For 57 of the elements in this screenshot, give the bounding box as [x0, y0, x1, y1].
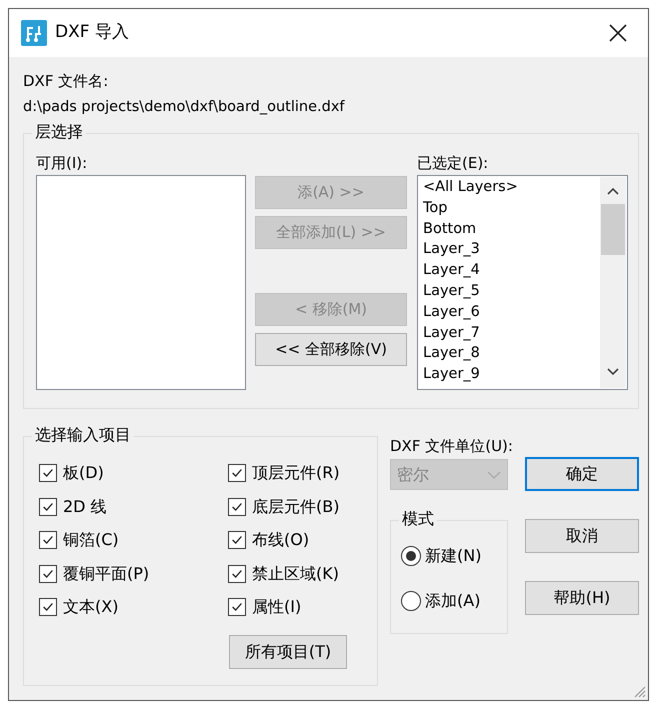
layer-item[interactable]: <All Layers> — [418, 177, 599, 198]
checkbox[interactable] — [39, 498, 57, 516]
radio-button[interactable] — [401, 546, 421, 566]
selected-label: 已选定(E): — [417, 153, 490, 174]
layer-item[interactable]: Layer_6 — [418, 302, 599, 323]
layer-item[interactable]: Layer_3 — [418, 239, 599, 260]
layer-item[interactable]: Top — [418, 198, 599, 219]
units-label: DXF 文件单位(U): — [390, 436, 514, 456]
checkbox-label[interactable]: 板(D) — [63, 462, 104, 484]
checkbox[interactable] — [228, 531, 246, 549]
checkbox-label[interactable]: 属性(I) — [252, 596, 302, 618]
dialog-button[interactable]: 确定 — [525, 457, 639, 491]
checkbox-label[interactable]: 顶层元件(R) — [252, 462, 340, 484]
checkbox[interactable] — [39, 531, 57, 549]
checkbox[interactable] — [228, 598, 246, 616]
transfer-button[interactable]: << 全部移除(V) — [255, 333, 407, 366]
checkbox-label[interactable]: 2D 线 — [63, 496, 107, 518]
checkbox-label[interactable]: 布线(O) — [252, 529, 310, 551]
checkmark-icon — [230, 533, 244, 547]
radio-label[interactable]: 新建(N) — [425, 544, 482, 568]
window-title: DXF 导入 — [55, 21, 129, 44]
checkbox[interactable] — [228, 464, 246, 482]
available-label: 可用(I): — [36, 153, 88, 174]
layer-item[interactable]: Bottom — [418, 218, 599, 240]
layer-item[interactable]: Layer_8 — [418, 343, 599, 364]
checkbox-label[interactable]: 文本(X) — [63, 596, 118, 618]
chevron-down-icon — [487, 470, 501, 478]
checkbox-label[interactable]: 禁止区域(K) — [252, 562, 339, 584]
layer-item[interactable]: Layer_5 — [418, 280, 599, 302]
layer-item[interactable]: Layer_9 — [418, 364, 599, 385]
checkmark-icon — [41, 533, 55, 547]
checkbox[interactable] — [228, 564, 246, 582]
layer-item[interactable]: Layer_4 — [418, 260, 599, 281]
selected-list[interactable]: <All Layers> Top Bottom Layer_3 Layer_4 Layer_5 Layer_6 Layer_7 Layer_8 Layer_9 — [417, 175, 628, 390]
close-icon — [609, 24, 627, 42]
checkbox[interactable] — [39, 464, 57, 482]
checkbox[interactable] — [228, 498, 246, 516]
resize-grip[interactable] — [632, 684, 646, 698]
file-name-label: DXF 文件名: — [23, 71, 110, 92]
app-icon — [21, 20, 47, 46]
radio-label[interactable]: 添加(A) — [425, 589, 480, 613]
dialog-button[interactable]: 帮助(H) — [525, 581, 639, 615]
checkmark-icon — [230, 466, 244, 480]
all-items-button[interactable]: 所有项目(T) — [229, 635, 347, 669]
layer-item[interactable]: Layer_7 — [418, 322, 599, 344]
checkbox[interactable] — [39, 564, 57, 582]
scrollbar[interactable] — [600, 177, 626, 388]
checkmark-icon — [230, 600, 244, 614]
checkbox-label[interactable]: 铜箔(C) — [63, 529, 119, 551]
checkbox-label[interactable]: 底层元件(B) — [252, 496, 340, 518]
file-path-text: d:\pads projects\demo\dxf\board_outline.dxf — [23, 98, 346, 117]
radio-button[interactable] — [401, 591, 421, 611]
checkmark-icon — [41, 466, 55, 480]
checkbox-label[interactable]: 覆铜平面(P) — [63, 562, 150, 584]
checkbox[interactable] — [39, 598, 57, 616]
dialog-button[interactable]: 取消 — [525, 519, 639, 553]
checkmark-icon — [41, 600, 55, 614]
